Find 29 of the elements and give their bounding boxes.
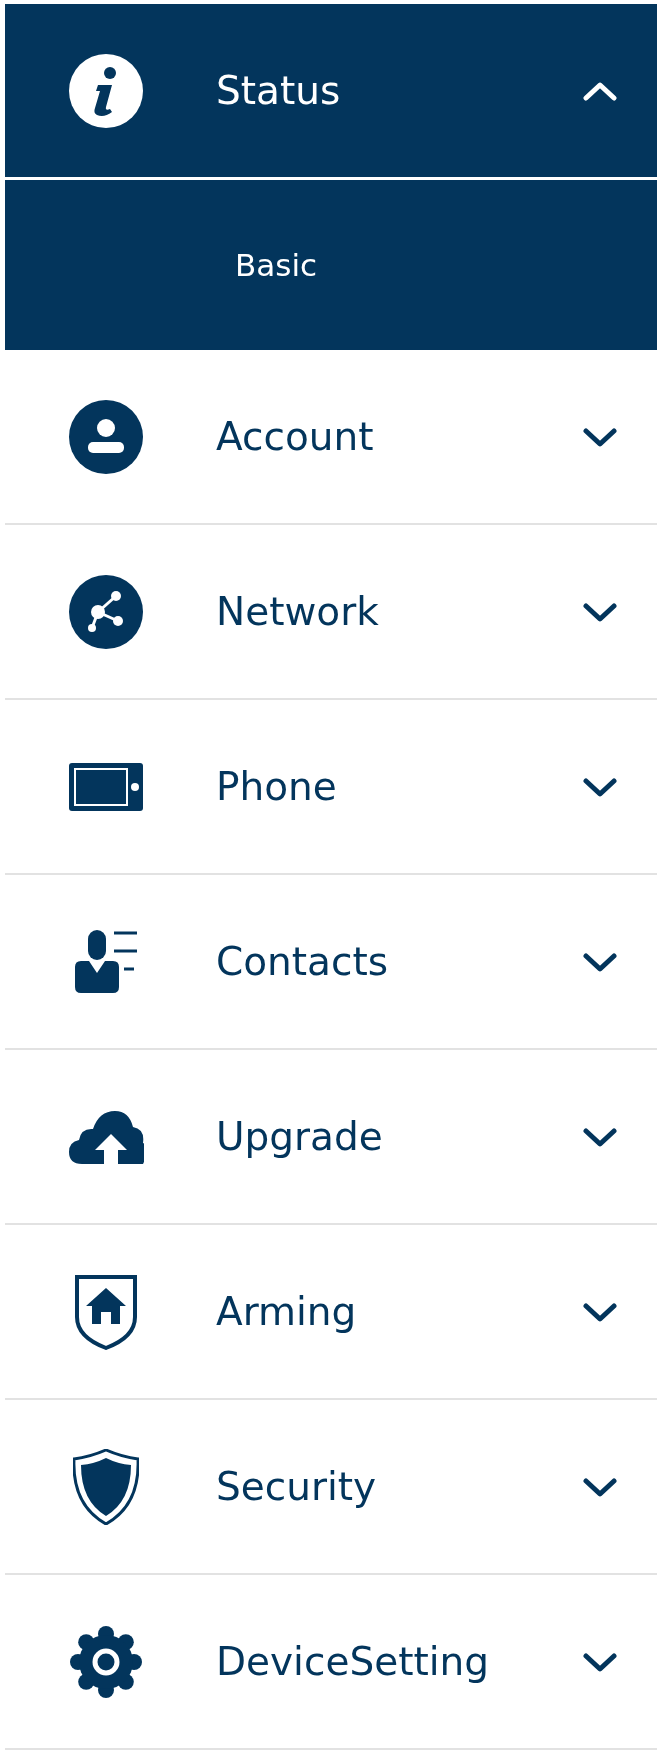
menu-label: Arming	[216, 1289, 358, 1334]
chevron-icon	[583, 1475, 617, 1498]
house-shield-icon	[73, 1273, 138, 1350]
shield-icon	[72, 1448, 139, 1525]
tablet-icon	[67, 761, 144, 812]
user-icon	[67, 398, 144, 475]
chevron-icon	[583, 775, 617, 798]
share-icon	[67, 573, 144, 650]
info-icon	[67, 52, 144, 129]
contact-list-icon	[73, 928, 138, 995]
menu-label: Security	[216, 1464, 378, 1509]
menu-label: Contacts	[216, 939, 390, 984]
menu-label: DeviceSetting	[216, 1639, 491, 1684]
chevron-icon	[583, 79, 617, 102]
chevron-icon	[583, 1650, 617, 1673]
menu-label: Upgrade	[216, 1114, 384, 1159]
cloud-upload-icon	[67, 1109, 144, 1164]
menu-item[interactable]: Status	[5, 4, 657, 180]
chevron-icon	[583, 600, 617, 623]
chevron-icon	[583, 1125, 617, 1148]
menu-label: Status	[216, 68, 342, 113]
submenu-item[interactable]: Basic	[235, 247, 318, 283]
menu-label: Phone	[216, 764, 338, 809]
menu-label: Account	[216, 414, 375, 459]
chevron-icon	[583, 950, 617, 973]
chevron-icon	[583, 425, 617, 448]
menu-label: Network	[216, 589, 380, 634]
settings-icon	[67, 1623, 144, 1700]
chevron-icon	[583, 1300, 617, 1323]
